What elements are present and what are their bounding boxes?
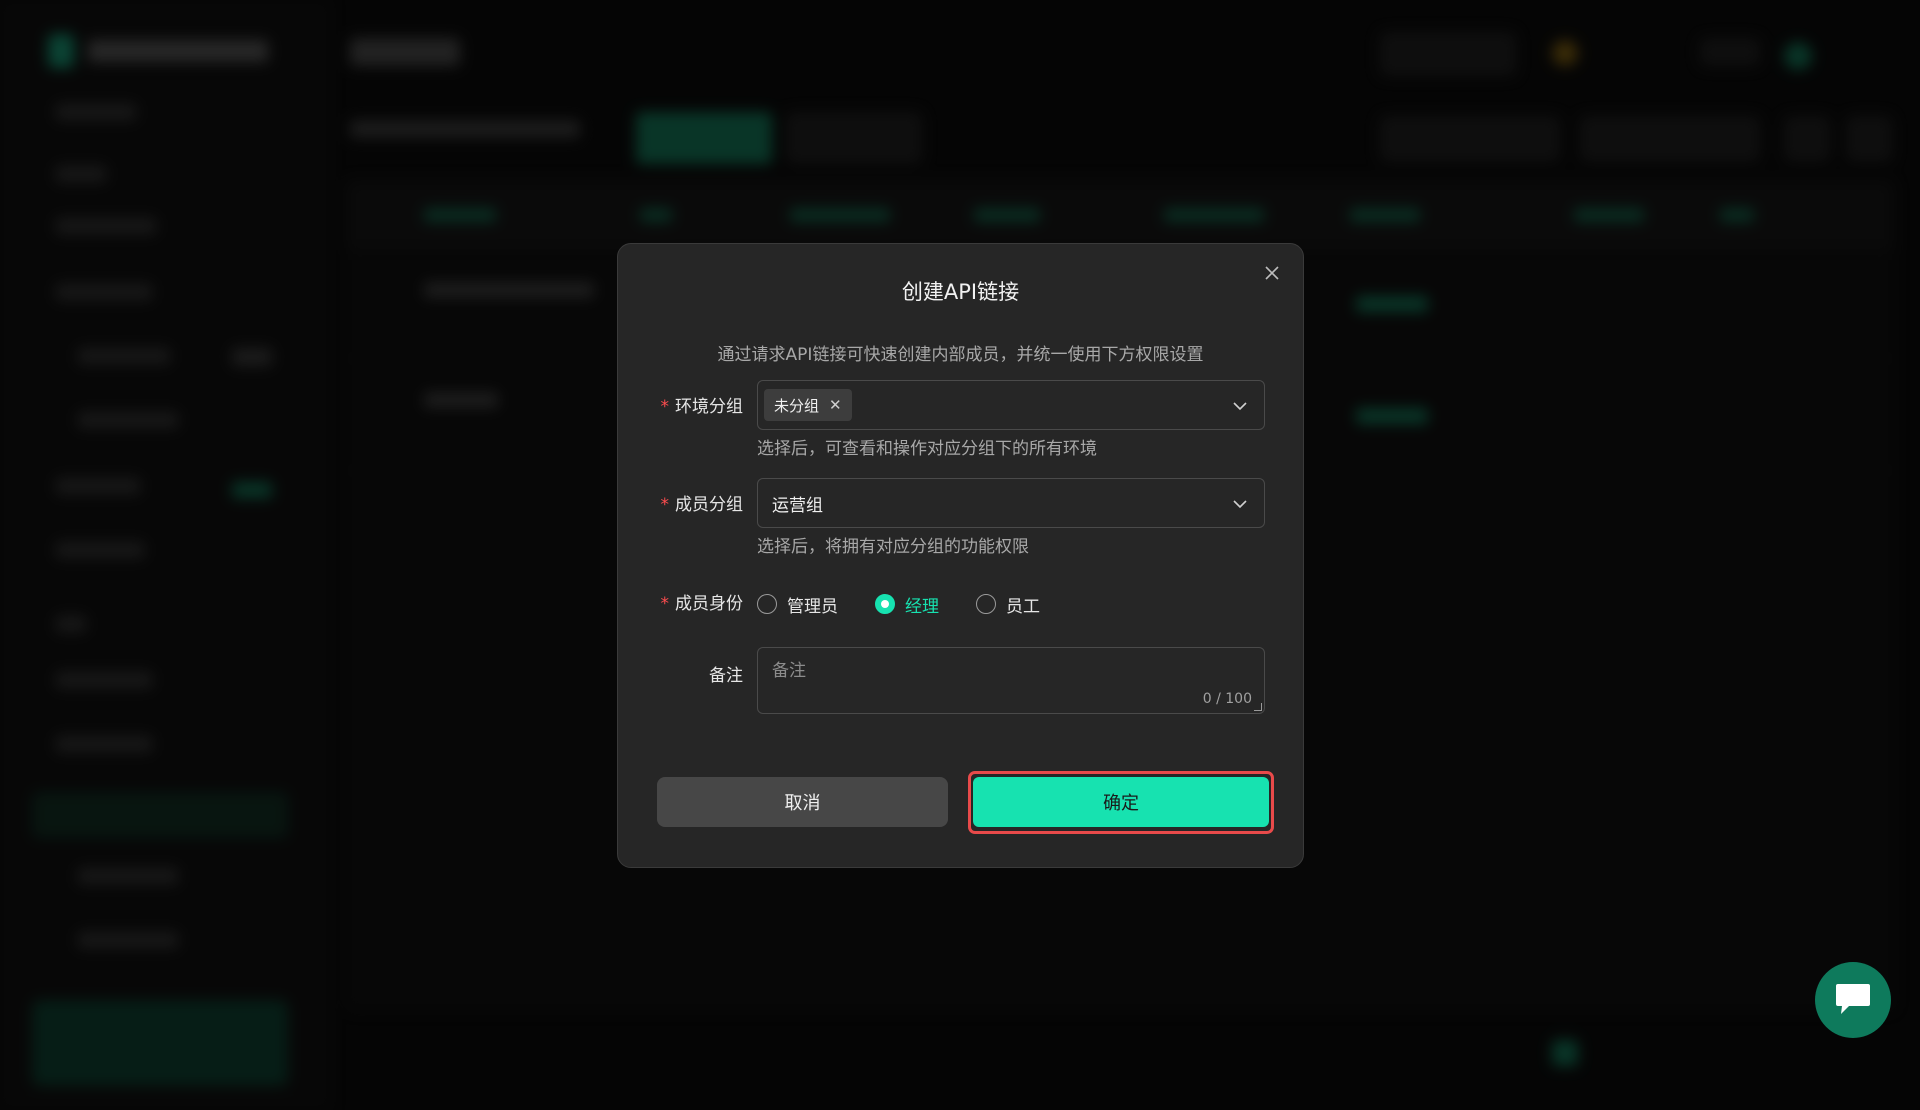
char-counter: 0 / 100: [1202, 691, 1252, 707]
radio-circle-checked: [875, 594, 895, 614]
remark-label: 备注: [709, 666, 743, 686]
close-icon: [1265, 266, 1279, 280]
radio-circle: [976, 594, 996, 614]
chevron-down-icon: [1233, 402, 1247, 411]
create-api-link-modal: 创建API链接 通过请求API链接可快速创建内部成员，并统一使用下方权限设置 *…: [617, 243, 1304, 868]
modal-title: 创建API链接: [901, 280, 1020, 304]
env-group-label: * 环境分组: [660, 397, 744, 417]
required-mark: *: [660, 594, 670, 614]
member-group-value: 运营组: [772, 495, 823, 516]
modal-description: 通过请求API链接可快速创建内部成员，并统一使用下方权限设置: [717, 345, 1204, 365]
cancel-button[interactable]: 取消: [657, 777, 948, 827]
remark-field: 0 / 100: [757, 647, 1265, 714]
required-mark: *: [660, 495, 670, 515]
close-button[interactable]: [1259, 260, 1285, 286]
chevron-down-icon: [1233, 500, 1247, 509]
confirm-button[interactable]: 确定: [973, 777, 1269, 827]
remark-textarea[interactable]: [758, 648, 1264, 713]
member-group-select[interactable]: 运营组: [757, 478, 1265, 528]
member-group-help: 选择后，将拥有对应分组的功能权限: [757, 537, 1029, 557]
member-role-label: * 成员身份: [660, 594, 744, 614]
required-mark: *: [660, 397, 670, 417]
chat-button[interactable]: [1815, 962, 1891, 1038]
tag-remove-icon[interactable]: ✕: [829, 396, 842, 414]
env-group-tag: 未分组 ✕: [764, 389, 852, 421]
member-group-label: * 成员分组: [660, 495, 744, 515]
resize-handle[interactable]: [1254, 703, 1262, 711]
radio-admin[interactable]: 管理员: [757, 592, 838, 617]
member-role-radio-group: 管理员 经理 员工: [757, 589, 1077, 619]
radio-circle: [757, 594, 777, 614]
env-group-help: 选择后，可查看和操作对应分组下的所有环境: [757, 439, 1097, 459]
env-group-select[interactable]: 未分组 ✕: [757, 380, 1265, 430]
chat-icon: [1836, 984, 1870, 1014]
radio-staff[interactable]: 员工: [976, 592, 1040, 617]
radio-manager[interactable]: 经理: [875, 592, 939, 617]
